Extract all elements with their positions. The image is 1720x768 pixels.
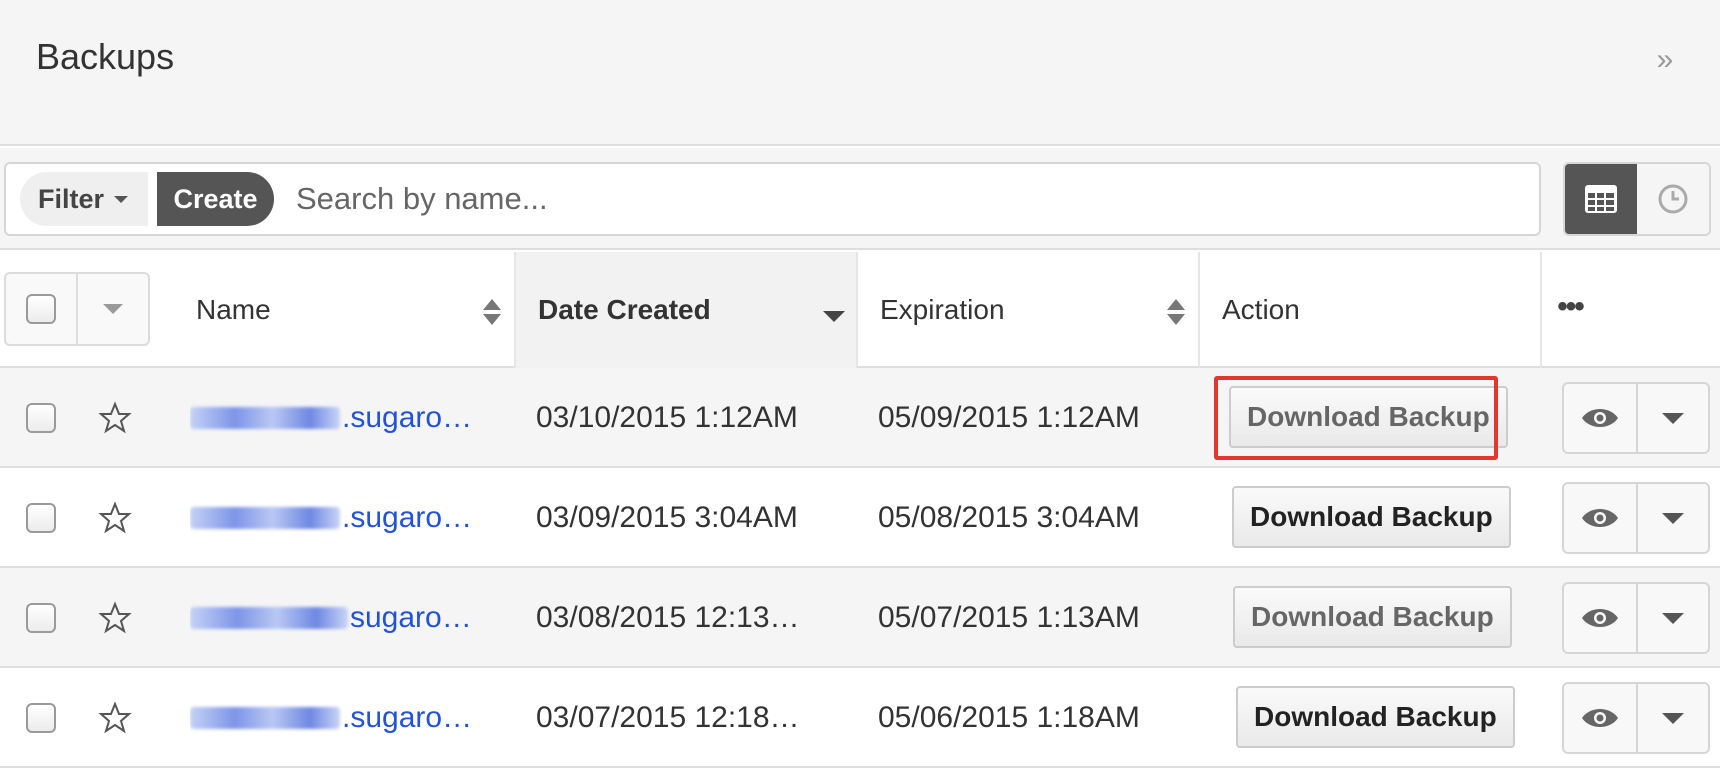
- page-title: Backups: [36, 36, 175, 77]
- search-box: Filter Create: [4, 162, 1541, 236]
- eye-icon: [1582, 409, 1618, 427]
- list-view-toggle[interactable]: [1565, 164, 1637, 234]
- date-created-cell: 03/10/2015 1:12AM: [536, 401, 798, 434]
- caret-down-icon: [1662, 712, 1684, 724]
- table-row: .sugaro… 03/09/2015 3:04AM 05/08/2015 3:…: [0, 468, 1720, 568]
- row-checkbox[interactable]: [26, 503, 56, 533]
- column-header-expiration[interactable]: Expiration: [858, 252, 1200, 368]
- row-actions: [1562, 382, 1710, 454]
- preview-button[interactable]: [1564, 484, 1638, 552]
- filter-label: Filter: [38, 183, 105, 214]
- row-actions-dropdown[interactable]: [1638, 684, 1708, 752]
- row-actions-dropdown[interactable]: [1638, 584, 1708, 652]
- row-actions: [1562, 482, 1710, 554]
- row-actions-dropdown[interactable]: [1638, 384, 1708, 452]
- date-created-cell: 03/09/2015 3:04AM: [536, 501, 798, 534]
- row-actions: [1562, 682, 1710, 754]
- page-header: Backups »: [0, 0, 1720, 146]
- double-chevron-right-icon[interactable]: »: [1650, 40, 1680, 80]
- star-icon[interactable]: [98, 701, 132, 735]
- download-backup-button[interactable]: Download Backup: [1229, 386, 1508, 448]
- redacted-text: [190, 707, 340, 729]
- record-name-link[interactable]: .sugaro…: [190, 668, 480, 768]
- table-row: sugaro… 03/08/2015 12:13… 05/07/2015 1:1…: [0, 568, 1720, 668]
- list-view-icon: [1585, 185, 1617, 213]
- row-checkbox[interactable]: [26, 603, 56, 633]
- preview-button[interactable]: [1564, 684, 1638, 752]
- mass-actions-dropdown[interactable]: [78, 274, 148, 344]
- activity-stream-toggle[interactable]: [1637, 164, 1709, 234]
- row-checkbox[interactable]: [26, 703, 56, 733]
- create-button[interactable]: Create: [157, 172, 274, 226]
- date-created-cell: 03/08/2015 12:13…: [536, 601, 800, 634]
- preview-button[interactable]: [1564, 584, 1638, 652]
- sort-descending-icon: [823, 311, 845, 322]
- table-row: .sugaro… 03/07/2015 12:18… 05/06/2015 1:…: [0, 668, 1720, 768]
- star-icon[interactable]: [98, 401, 132, 435]
- column-header-date-created[interactable]: Date Created: [516, 252, 858, 368]
- sort-icon: [1167, 299, 1185, 325]
- preview-button[interactable]: [1564, 384, 1638, 452]
- column-header-name[interactable]: Name: [174, 252, 516, 368]
- redacted-text: [190, 607, 348, 629]
- expiration-cell: 05/08/2015 3:04AM: [878, 501, 1140, 534]
- caret-down-icon: [114, 195, 129, 203]
- star-icon[interactable]: [98, 601, 132, 635]
- caret-down-icon: [1662, 412, 1684, 424]
- redacted-text: [190, 407, 340, 429]
- expiration-cell: 05/07/2015 1:13AM: [878, 601, 1140, 634]
- table-header: Name Date Created Expiration Action •••: [0, 252, 1720, 368]
- backups-list-view: Backups » Filter Create Search by name..…: [0, 0, 1720, 768]
- row-checkbox[interactable]: [26, 403, 56, 433]
- caret-down-icon: [103, 304, 123, 314]
- caret-down-icon: [1662, 512, 1684, 524]
- caret-down-icon: [1662, 612, 1684, 624]
- date-created-cell: 03/07/2015 12:18…: [536, 701, 800, 734]
- select-all-checkbox[interactable]: [26, 294, 56, 324]
- backups-table: Name Date Created Expiration Action ••• …: [0, 252, 1720, 768]
- record-name-link[interactable]: .sugaro…: [190, 468, 480, 568]
- filter-bar: Filter Create: [0, 148, 1720, 250]
- redacted-text: [190, 507, 340, 529]
- eye-icon: [1582, 709, 1618, 727]
- record-name-link[interactable]: .sugaro…: [190, 368, 480, 468]
- column-options-icon[interactable]: •••: [1540, 292, 1600, 328]
- row-actions: [1562, 582, 1710, 654]
- expiration-cell: 05/09/2015 1:12AM: [878, 401, 1140, 434]
- column-header-action: Action: [1200, 252, 1542, 368]
- table-row: .sugaro… 03/10/2015 1:12AM 05/09/2015 1:…: [0, 368, 1720, 468]
- clock-icon: [1658, 184, 1688, 214]
- filter-dropdown-button[interactable]: Filter: [20, 172, 148, 226]
- expiration-cell: 05/06/2015 1:18AM: [878, 701, 1140, 734]
- eye-icon: [1582, 509, 1618, 527]
- mass-select-control: [4, 272, 150, 346]
- sort-icon: [483, 299, 501, 325]
- download-backup-button[interactable]: Download Backup: [1233, 586, 1512, 648]
- download-backup-button[interactable]: Download Backup: [1232, 486, 1511, 548]
- view-toggle: [1563, 162, 1711, 236]
- eye-icon: [1582, 609, 1618, 627]
- row-actions-dropdown[interactable]: [1638, 484, 1708, 552]
- record-name-link[interactable]: sugaro…: [190, 568, 480, 668]
- star-icon[interactable]: [98, 501, 132, 535]
- search-input[interactable]: [296, 176, 1516, 222]
- download-backup-button[interactable]: Download Backup: [1236, 686, 1515, 748]
